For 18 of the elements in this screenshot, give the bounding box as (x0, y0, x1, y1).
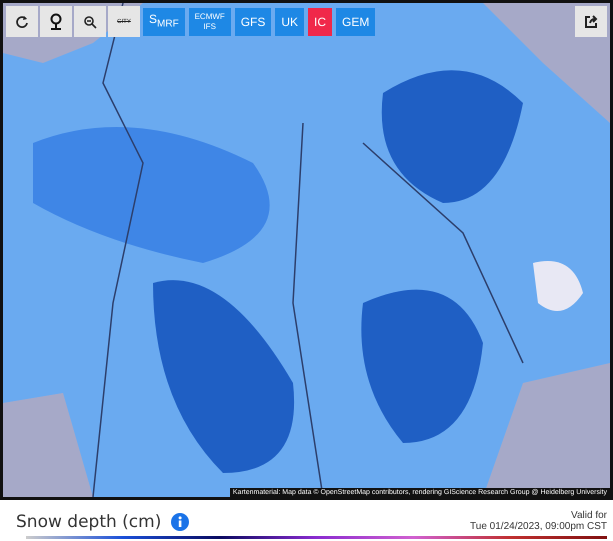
model-tab[interactable]: ECMWF IFS (188, 8, 231, 36)
location-pin-icon (48, 12, 64, 30)
model-tab[interactable]: UK (275, 8, 304, 36)
refresh-button[interactable] (6, 6, 38, 37)
model-tab[interactable]: GFS (234, 8, 272, 36)
zoom-out-button[interactable] (74, 6, 106, 37)
info-icon[interactable] (171, 513, 190, 531)
zoom-out-icon (83, 14, 97, 28)
valid-time: Tue 01/24/2023, 09:00pm CST (470, 521, 607, 532)
map-title: Snow depth (cm) (16, 512, 162, 532)
refresh-icon (15, 14, 29, 28)
model-tab[interactable]: IC (308, 8, 332, 36)
location-button[interactable] (40, 6, 72, 37)
model-tab[interactable]: GEM (336, 8, 376, 36)
share-icon (583, 14, 599, 30)
share-button[interactable] (575, 6, 607, 37)
model-tab[interactable]: S$_{MRF}$ (143, 8, 185, 36)
valid-label: Valid for (571, 510, 607, 521)
